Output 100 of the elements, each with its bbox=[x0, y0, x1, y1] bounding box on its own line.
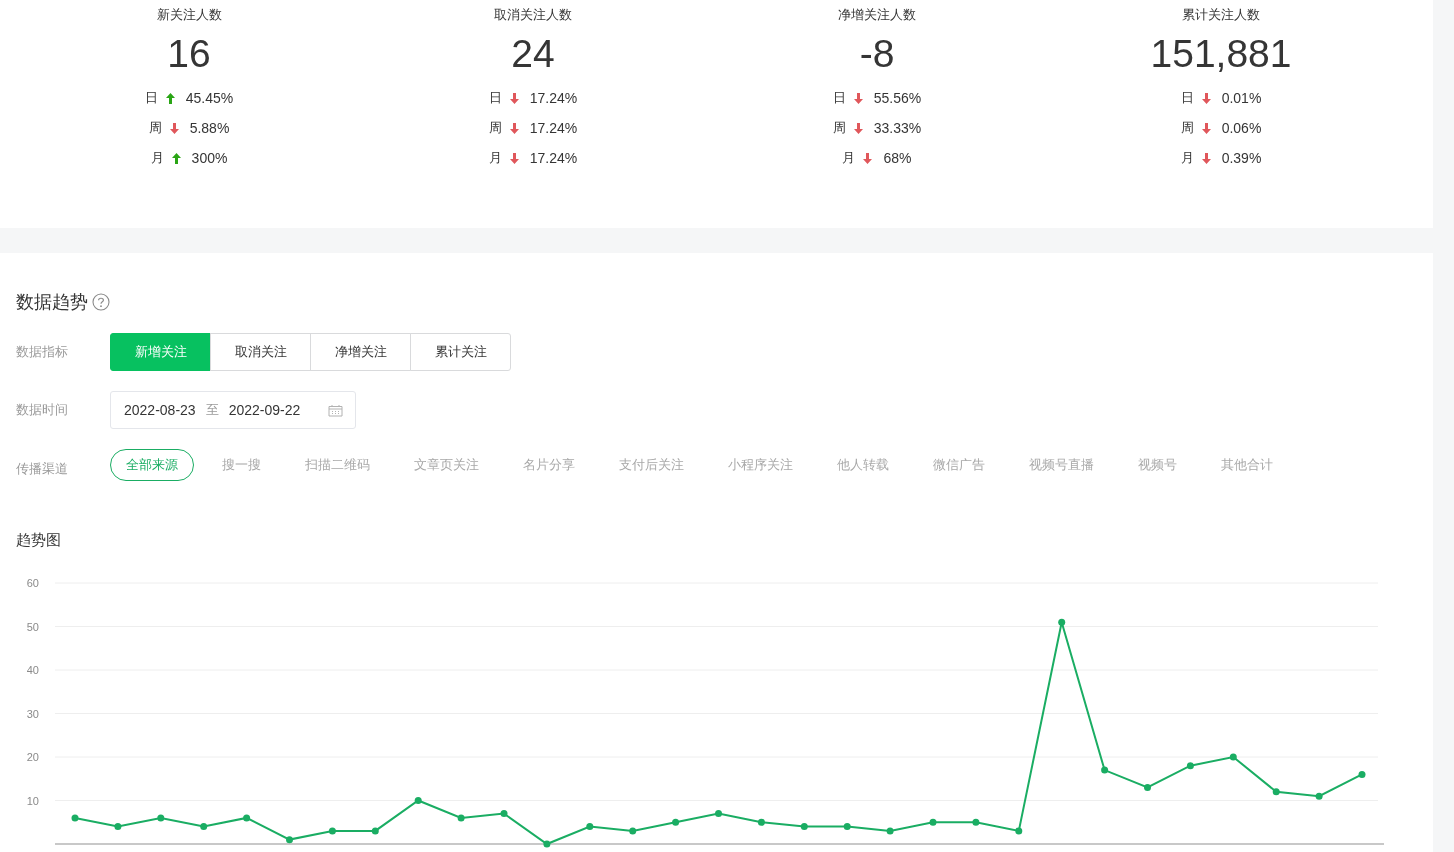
percent-change: 17.24% bbox=[529, 88, 578, 108]
section-title: 数据趋势 bbox=[16, 290, 88, 314]
period-label: 日 bbox=[1180, 89, 1194, 108]
data-point bbox=[543, 840, 551, 847]
start-date: 2022-08-23 bbox=[124, 400, 196, 420]
period-label: 周 bbox=[488, 119, 502, 138]
percent-change: 55.56% bbox=[873, 88, 922, 108]
channel-filter[interactable]: 文章页关注 bbox=[398, 449, 495, 481]
metric-tab[interactable]: 新增关注 bbox=[110, 333, 211, 371]
percent-change: 0.06% bbox=[1221, 118, 1262, 138]
down-arrow-icon bbox=[863, 152, 873, 164]
percent-change: 45.45% bbox=[185, 88, 234, 108]
down-arrow-icon bbox=[509, 152, 519, 164]
percent-change: 0.01% bbox=[1221, 88, 1262, 108]
y-axis-label: 60 bbox=[26, 576, 39, 589]
down-arrow-icon bbox=[1201, 92, 1211, 104]
data-point bbox=[500, 809, 508, 817]
channel-filter[interactable]: 视频号直播 bbox=[1013, 449, 1110, 481]
stat-value: 24 bbox=[510, 32, 556, 76]
y-axis-label: 10 bbox=[26, 794, 39, 806]
percent-change: 300% bbox=[191, 148, 228, 168]
up-arrow-icon bbox=[165, 92, 175, 104]
percent-change: 33.33% bbox=[873, 118, 922, 138]
period-label: 月 bbox=[488, 149, 502, 168]
data-point bbox=[629, 826, 637, 834]
channel-filter[interactable]: 他人转载 bbox=[821, 449, 905, 481]
channel-filter[interactable]: 微信广告 bbox=[917, 449, 1001, 481]
period-label: 月 bbox=[1180, 149, 1194, 168]
percent-change: 17.24% bbox=[529, 118, 578, 138]
period-label: 日 bbox=[832, 89, 846, 108]
percent-change: 17.24% bbox=[529, 148, 578, 168]
period-label: 周 bbox=[148, 119, 162, 138]
data-point bbox=[1101, 766, 1109, 774]
metric-tab[interactable]: 取消关注 bbox=[210, 333, 311, 371]
stat-title: 净增关注人数 bbox=[837, 6, 917, 24]
period-label: 周 bbox=[1180, 119, 1194, 138]
down-arrow-icon bbox=[1201, 122, 1211, 134]
metric-tab[interactable]: 净增关注 bbox=[310, 333, 411, 371]
data-point bbox=[800, 822, 808, 830]
y-axis-label: 20 bbox=[26, 750, 39, 763]
period-label: 月 bbox=[150, 149, 164, 168]
y-axis-label: 40 bbox=[26, 663, 39, 676]
channel-filter[interactable]: 视频号 bbox=[1122, 449, 1193, 481]
data-point bbox=[286, 835, 293, 843]
data-point bbox=[843, 822, 851, 830]
data-point bbox=[1315, 792, 1323, 800]
down-arrow-icon bbox=[1201, 152, 1211, 164]
data-point bbox=[672, 818, 680, 826]
field-label: 数据时间 bbox=[16, 401, 69, 420]
y-axis-label: 30 bbox=[26, 707, 39, 719]
data-point bbox=[114, 822, 122, 830]
data-point bbox=[200, 822, 208, 830]
stat-title: 取消关注人数 bbox=[493, 6, 573, 24]
percent-change: 68% bbox=[883, 148, 912, 168]
stat-value: 16 bbox=[166, 32, 212, 76]
data-point bbox=[1358, 770, 1366, 778]
channel-filter[interactable]: 扫描二维码 bbox=[289, 449, 386, 481]
down-arrow-icon bbox=[509, 122, 519, 134]
down-arrow-icon bbox=[853, 122, 863, 134]
down-arrow-icon bbox=[853, 92, 863, 104]
data-point bbox=[929, 818, 937, 826]
stat-value: -8 bbox=[858, 32, 896, 76]
chart-title: 趋势图 bbox=[16, 530, 62, 551]
help-icon[interactable] bbox=[92, 293, 110, 311]
data-point bbox=[414, 796, 422, 804]
down-arrow-icon bbox=[169, 122, 179, 134]
data-point bbox=[157, 813, 165, 821]
data-point bbox=[1015, 826, 1023, 834]
period-label: 日 bbox=[488, 89, 502, 108]
data-point bbox=[71, 813, 79, 821]
data-point bbox=[243, 813, 251, 821]
data-point bbox=[1058, 618, 1066, 626]
field-label: 传播渠道 bbox=[16, 460, 69, 479]
data-point bbox=[586, 822, 594, 830]
channel-filter[interactable]: 支付后关注 bbox=[603, 449, 700, 481]
channel-filter[interactable]: 其他合计 bbox=[1205, 449, 1289, 481]
y-axis-label: 50 bbox=[26, 620, 39, 632]
channel-filter[interactable]: 小程序关注 bbox=[712, 449, 809, 481]
data-point bbox=[1144, 783, 1151, 791]
range-separator: 至 bbox=[205, 401, 219, 420]
stat-title: 新关注人数 bbox=[155, 6, 223, 24]
period-label: 日 bbox=[144, 89, 158, 108]
stat-title: 累计关注人数 bbox=[1181, 6, 1261, 24]
period-label: 月 bbox=[842, 149, 856, 168]
data-point bbox=[757, 818, 765, 826]
data-point bbox=[1186, 761, 1194, 769]
period-label: 周 bbox=[832, 119, 846, 138]
data-point bbox=[972, 818, 980, 826]
percent-change: 0.39% bbox=[1221, 148, 1262, 168]
field-label: 数据指标 bbox=[16, 343, 69, 362]
metric-tab[interactable]: 累计关注 bbox=[410, 333, 511, 371]
channel-filter[interactable]: 名片分享 bbox=[507, 449, 591, 481]
stat-value: 151,881 bbox=[1149, 32, 1293, 76]
data-point bbox=[715, 809, 722, 817]
date-range-field[interactable]: 2022-08-23 至 2022-09-22 bbox=[110, 391, 356, 429]
data-point bbox=[1272, 787, 1280, 795]
calendar-icon bbox=[328, 403, 343, 417]
up-arrow-icon bbox=[171, 152, 181, 164]
data-point bbox=[371, 826, 379, 834]
data-point bbox=[457, 813, 465, 821]
